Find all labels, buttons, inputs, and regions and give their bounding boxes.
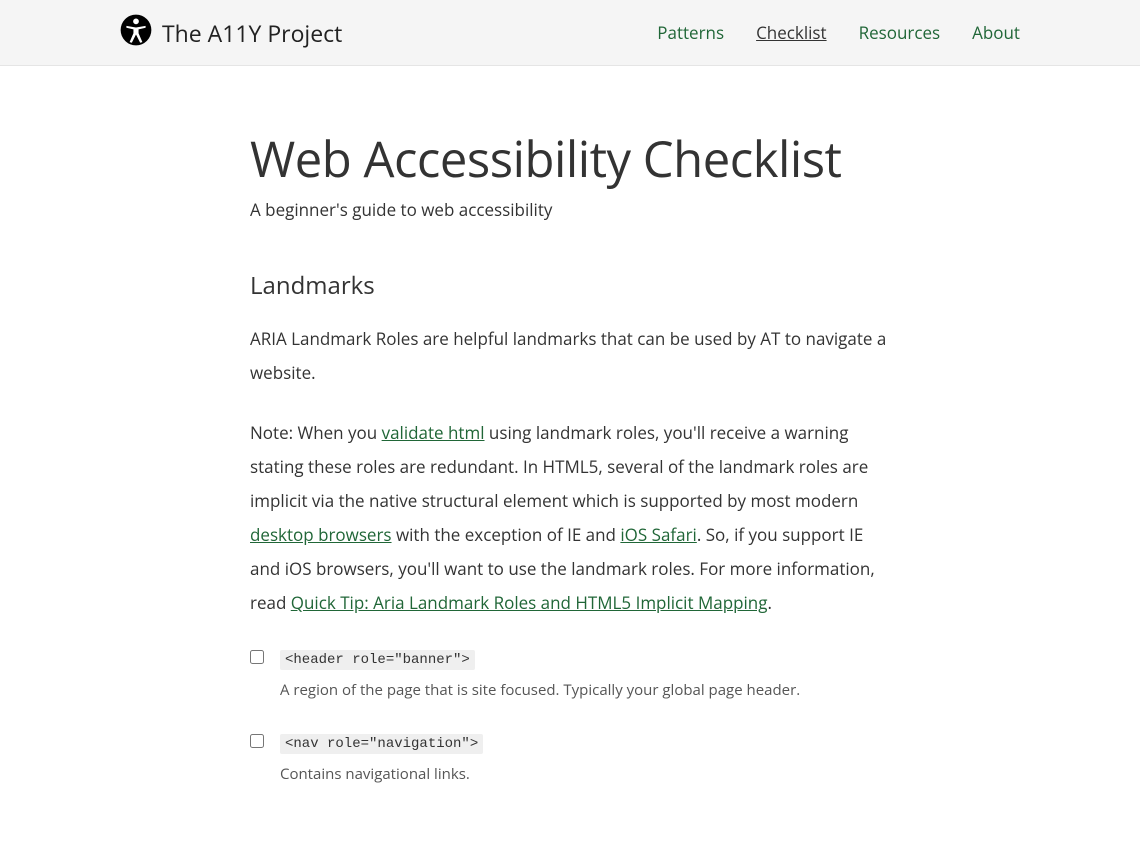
site-header: The A11Y Project Patterns Checklist Reso… [0, 0, 1140, 66]
link-ios-safari[interactable]: iOS Safari [620, 523, 696, 546]
nav-checklist[interactable]: Checklist [756, 21, 827, 44]
accessibility-icon [120, 14, 152, 51]
page-title: Web Accessibility Checklist [250, 126, 890, 192]
page-subtitle: A beginner's guide to web accessibility [250, 198, 890, 221]
checklist-desc: A region of the page that is site focuse… [280, 680, 800, 700]
checklist-item: <header role="banner"> A region of the p… [250, 646, 890, 700]
checklist-code: <nav role="navigation"> [280, 734, 483, 754]
checklist-code: <header role="banner"> [280, 650, 475, 670]
landmarks-intro: ARIA Landmark Roles are helpful landmark… [250, 322, 890, 390]
section-heading-landmarks: Landmarks [250, 269, 890, 302]
link-desktop-browsers[interactable]: desktop browsers [250, 523, 392, 546]
note-text-mid2: with the exception of IE and [392, 523, 621, 546]
nav-resources[interactable]: Resources [859, 21, 941, 44]
note-text-pre: Note: When you [250, 421, 382, 444]
note-text-post: . [767, 591, 771, 614]
checklist-desc: Contains navigational links. [280, 764, 483, 784]
checklist-item-body: <nav role="navigation"> Contains navigat… [280, 730, 483, 784]
header-inner: The A11Y Project Patterns Checklist Reso… [0, 0, 1140, 65]
main-content: Web Accessibility Checklist A beginner's… [130, 66, 1010, 854]
main-nav: Patterns Checklist Resources About [657, 21, 1020, 44]
checklist-item: <nav role="navigation"> Contains navigat… [250, 730, 890, 784]
checklist-checkbox-nav[interactable] [250, 734, 264, 748]
link-validate-html[interactable]: validate html [382, 421, 485, 444]
link-quick-tip-aria[interactable]: Quick Tip: Aria Landmark Roles and HTML5… [291, 591, 768, 614]
logo-wrap[interactable]: The A11Y Project [120, 14, 342, 51]
nav-about[interactable]: About [972, 21, 1020, 44]
landmarks-note: Note: When you validate html using landm… [250, 416, 890, 620]
site-title: The A11Y Project [162, 17, 342, 49]
checklist-item-body: <header role="banner"> A region of the p… [280, 646, 800, 700]
checklist-checkbox-header-banner[interactable] [250, 650, 264, 664]
nav-patterns[interactable]: Patterns [657, 21, 724, 44]
